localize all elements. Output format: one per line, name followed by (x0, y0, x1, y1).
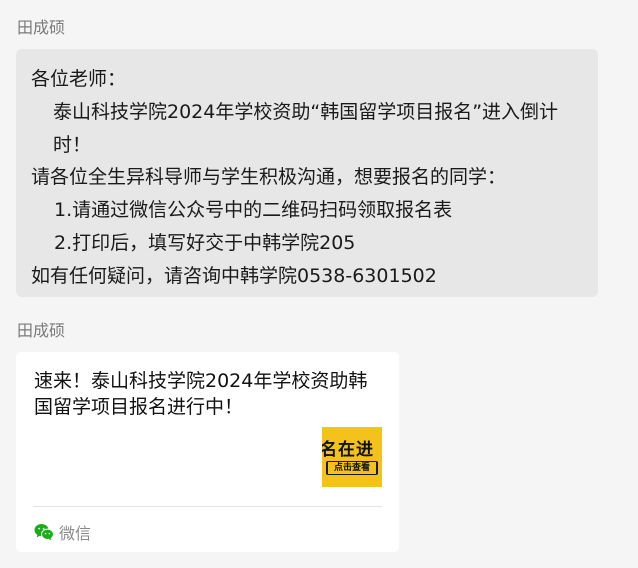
card-thumbnail[interactable]: 名在进 点击查看 (322, 427, 382, 487)
thumbnail-button-label: 点击查看 (328, 462, 376, 474)
message-line: 1.请通过微信公众号中的二维码扫码领取报名表 (54, 199, 453, 222)
card-source: 微信 (34, 520, 91, 544)
card-source-label: 微信 (59, 524, 92, 543)
article-link-card[interactable]: 速来！泰山科技学院2024年学校资助韩国留学项目报名进行中！ 名在进 点击查看 … (16, 352, 399, 552)
sender-name: 田成硕 (17, 321, 66, 340)
wechat-icon (34, 524, 54, 541)
card-divider (33, 506, 382, 507)
message-line: 各位老师： (31, 68, 127, 90)
message-line: 如有任何疑问，请咨询中韩学院0538-6301502 (31, 264, 437, 287)
sender-name: 田成硕 (17, 18, 66, 37)
thumbnail-text: 名在进 (322, 440, 374, 460)
text-message-bubble[interactable]: 各位老师： 泰山科技学院2024年学校资助“韩国留学项目报名”进入倒计时！ 请各… (16, 49, 598, 297)
message-line: 2.打印后，填写好交于中韩学院205 (54, 231, 356, 254)
message-line: 请各位全生异科导师与学生积极沟通，想要报名的同学： (31, 166, 507, 189)
thumbnail-button: 点击查看 (326, 461, 378, 475)
card-title: 速来！泰山科技学院2024年学校资助韩国留学项目报名进行中！ (34, 370, 368, 418)
message-line: 泰山科技学院2024年学校资助“韩国留学项目报名”进入倒计时！ (53, 100, 559, 156)
